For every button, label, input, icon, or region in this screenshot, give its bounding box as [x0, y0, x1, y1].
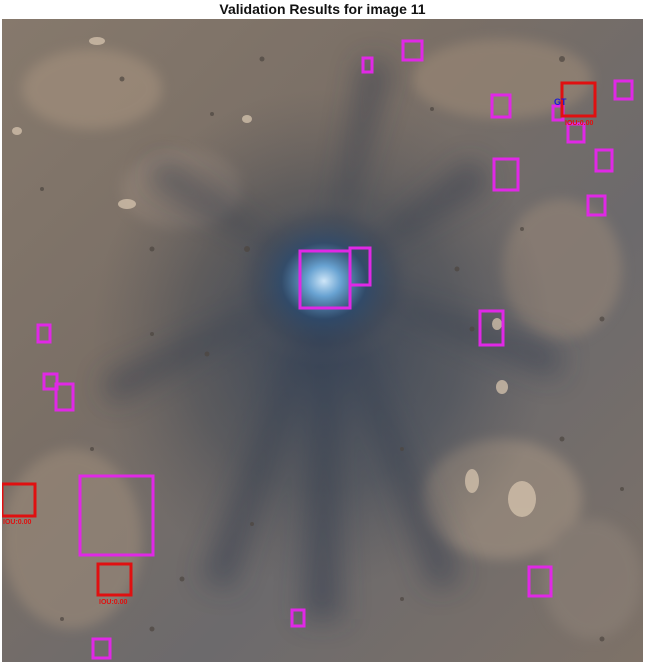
iou-label: IOU:0.00: [3, 519, 32, 526]
validation-image: GT IOU:0.00 IOU:0.00 IOU:0.00: [2, 19, 643, 662]
impact-blast-zone: [229, 196, 419, 366]
iou-label: IOU:0.00: [565, 120, 594, 127]
gt-label: GT: [554, 97, 567, 107]
martian-terrain-image: GT IOU:0.00 IOU:0.00 IOU:0.00: [2, 19, 643, 662]
figure-title: Validation Results for image 11: [219, 1, 426, 17]
iou-label: IOU:0.00: [99, 599, 128, 606]
